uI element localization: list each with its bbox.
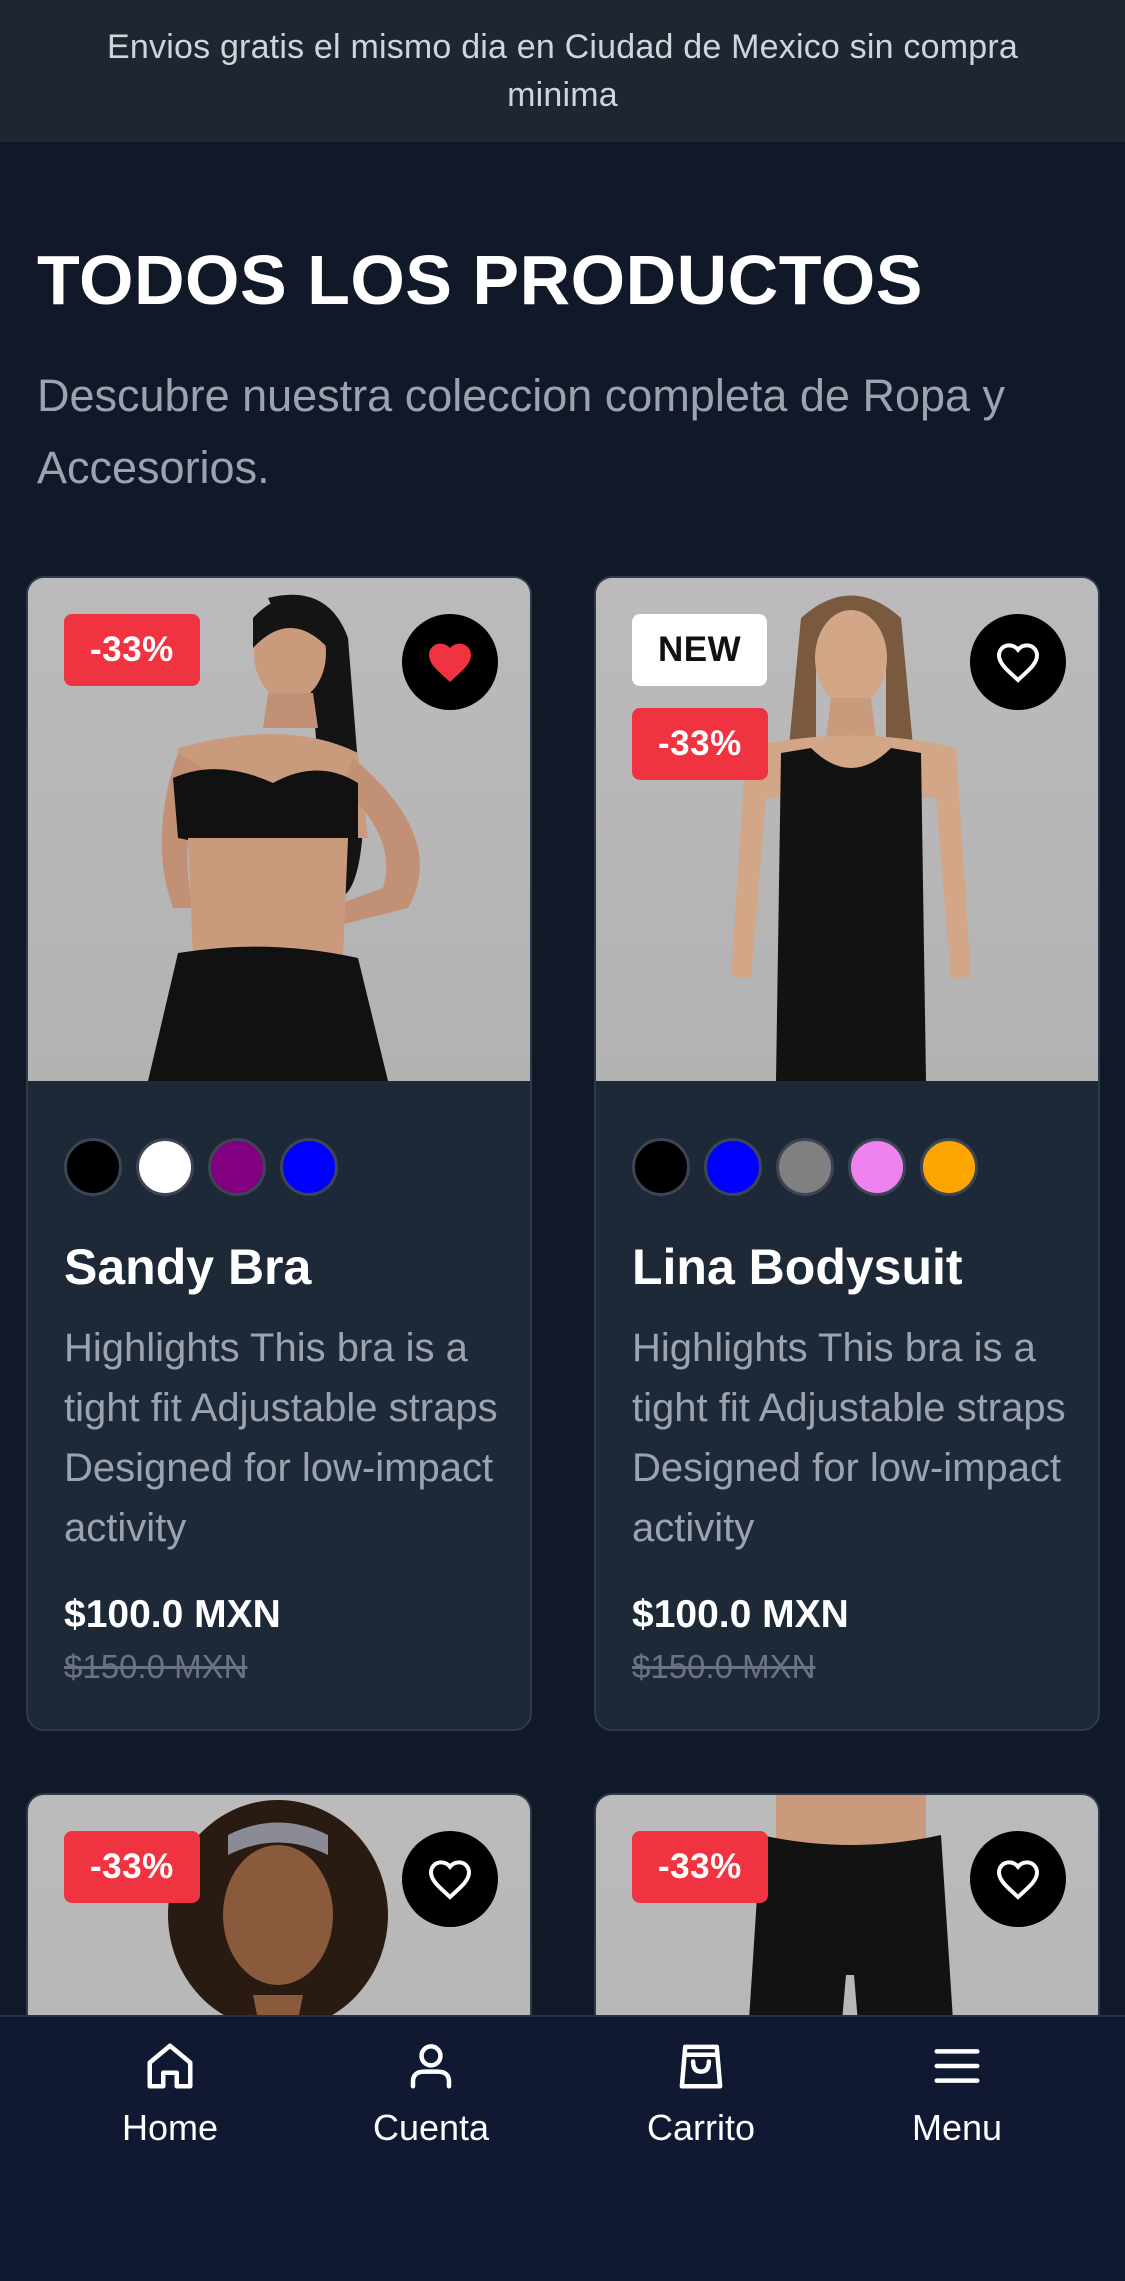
announcement-text: Envios gratis el mismo dia en Ciudad de … (107, 28, 1018, 114)
discount-badge: -33% (64, 614, 200, 686)
product-card-sandy-bra[interactable]: -33% Sandy Bra Highlights This bra is a … (26, 576, 532, 1731)
heart-outline-icon (428, 1860, 472, 1900)
user-icon (410, 2044, 452, 2089)
heart-outline-icon (996, 1860, 1040, 1900)
product-old-price: $150.0 MXN (64, 1648, 248, 1685)
color-swatch-orange[interactable] (920, 1138, 978, 1196)
announcement-bar: Envios gratis el mismo dia en Ciudad de … (0, 0, 1125, 142)
shopping-bag-icon (679, 2044, 723, 2089)
product-card-lina-bodysuit[interactable]: NEW -33% Lina Bodysuit Highlights This b… (594, 576, 1100, 1731)
color-swatch-purple[interactable] (208, 1138, 266, 1196)
discount-badge: -33% (64, 1831, 200, 1903)
color-swatches (64, 1138, 338, 1196)
nav-item-home[interactable]: Home (70, 2039, 270, 2149)
color-swatches (632, 1138, 978, 1196)
favorite-button[interactable] (402, 614, 498, 710)
favorite-button[interactable] (970, 614, 1066, 710)
product-old-price: $150.0 MXN (632, 1648, 816, 1685)
heart-filled-icon (429, 643, 471, 682)
color-swatch-white[interactable] (136, 1138, 194, 1196)
favorite-button[interactable] (402, 1831, 498, 1927)
product-price: $100.0 MXN (632, 1593, 849, 1636)
product-name[interactable]: Lina Bodysuit (632, 1238, 963, 1296)
color-swatch-blue[interactable] (280, 1138, 338, 1196)
discount-badge: -33% (632, 1831, 768, 1903)
product-image[interactable]: NEW -33% (596, 578, 1098, 1081)
nav-item-cuenta[interactable]: Cuenta (331, 2039, 531, 2149)
product-image[interactable]: -33% (28, 578, 530, 1081)
color-swatch-black[interactable] (64, 1138, 122, 1196)
color-swatch-pink[interactable] (848, 1138, 906, 1196)
new-badge: NEW (632, 614, 768, 686)
page: Envios gratis el mismo dia en Ciudad de … (0, 0, 1125, 2281)
bottom-navigation: Home Cuenta Carrito Menu (0, 2015, 1125, 2281)
nav-label: Cuenta (372, 2107, 490, 2148)
nav-item-carrito[interactable]: Carrito (601, 2039, 801, 2149)
product-price: $100.0 MXN (64, 1593, 281, 1636)
color-swatch-blue[interactable] (704, 1138, 762, 1196)
nav-item-menu[interactable]: Menu (857, 2039, 1057, 2149)
color-swatch-gray[interactable] (776, 1138, 834, 1196)
favorite-button[interactable] (970, 1831, 1066, 1927)
page-subtitle: Descubre nuestra coleccion completa de R… (37, 370, 1006, 493)
heart-outline-icon (996, 643, 1040, 683)
discount-badge: -33% (632, 708, 768, 780)
product-description: Highlights This bra is a tight fit Adjus… (64, 1326, 498, 1550)
nav-label: Menu (911, 2107, 1003, 2148)
product-name[interactable]: Sandy Bra (64, 1238, 311, 1296)
product-description: Highlights This bra is a tight fit Adjus… (632, 1326, 1066, 1550)
nav-label: Carrito (646, 2107, 756, 2148)
menu-icon (934, 2049, 980, 2083)
page-title: TODOS LOS PRODUCTOS (37, 241, 923, 319)
nav-label: Home (121, 2107, 219, 2148)
home-icon (147, 2043, 193, 2089)
color-swatch-black[interactable] (632, 1138, 690, 1196)
